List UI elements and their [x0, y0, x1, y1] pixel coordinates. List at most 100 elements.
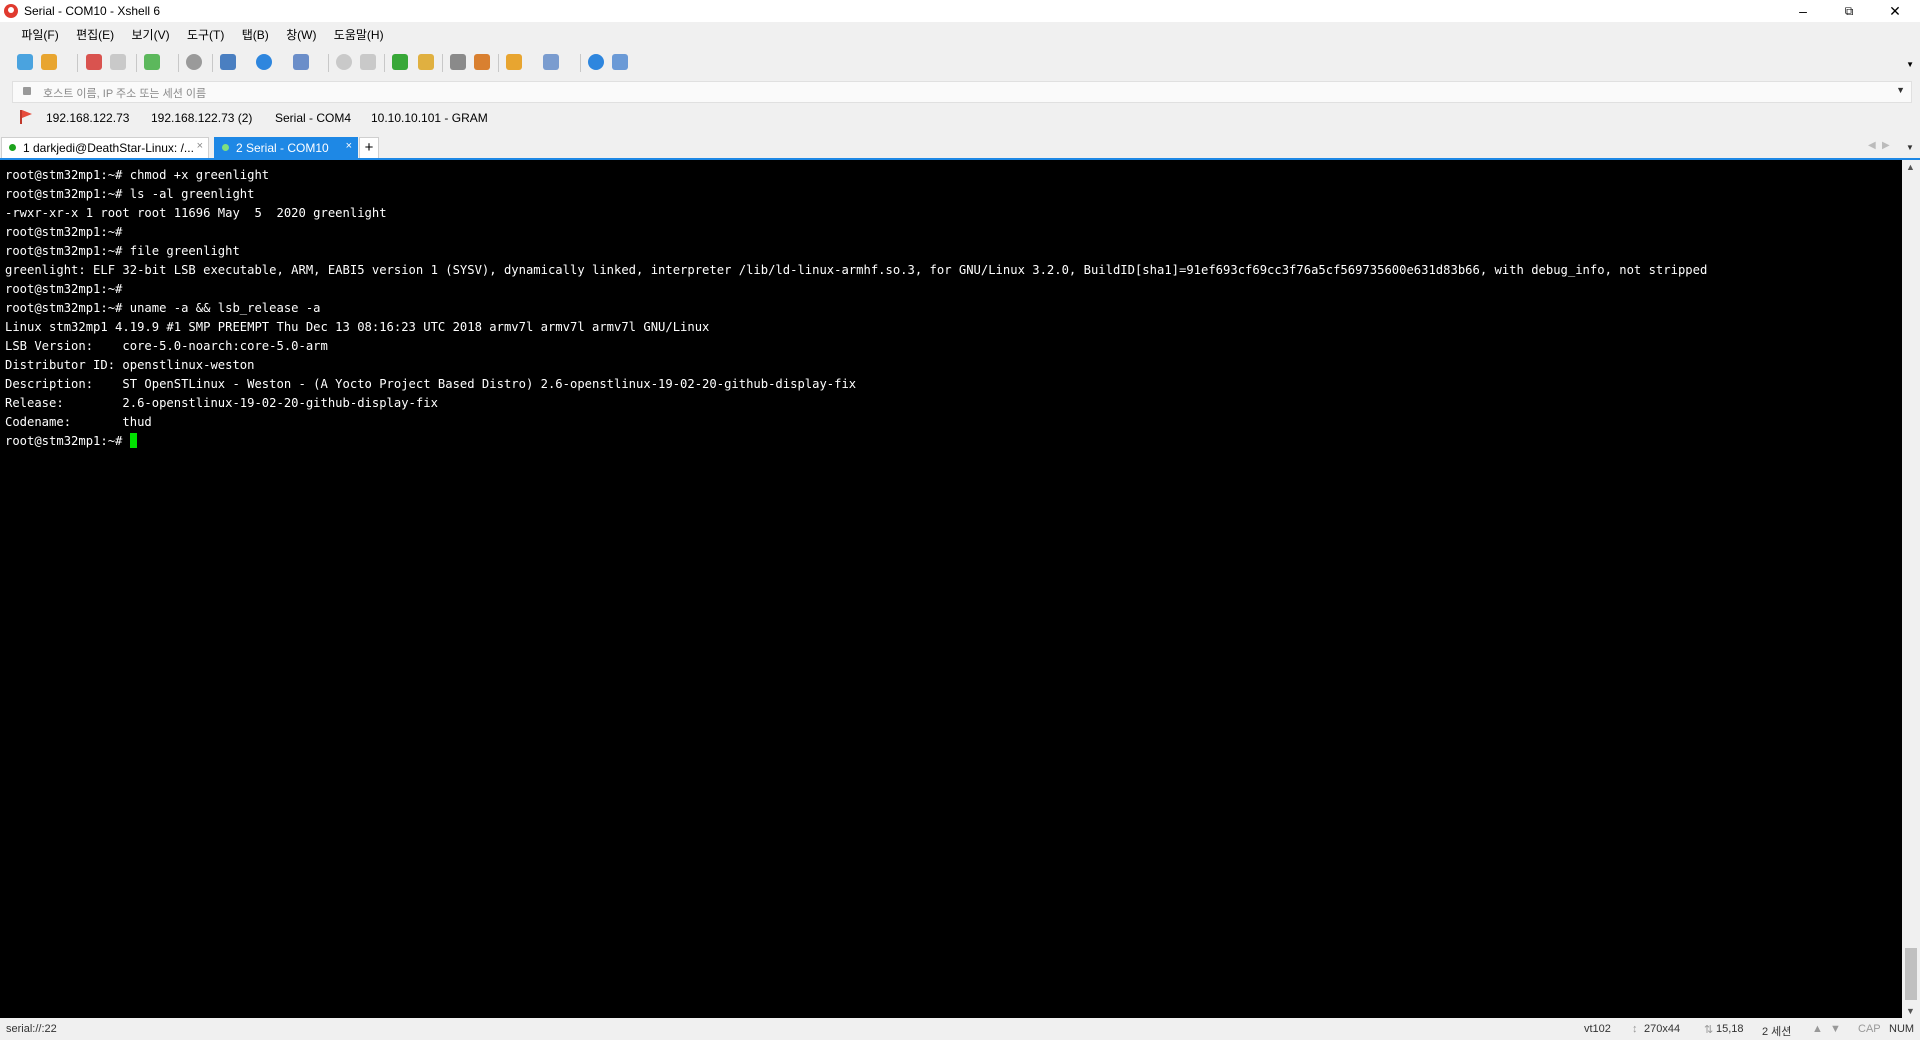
tab-label: 1 darkjedi@DeathStar-Linux: /...: [23, 141, 194, 155]
terminal-line: root@stm32mp1:~# file greenlight: [5, 244, 240, 258]
connect-icon[interactable]: [86, 54, 102, 70]
status-dot-icon: [222, 144, 229, 151]
properties-icon[interactable]: [220, 54, 236, 70]
session-up-icon[interactable]: ▲: [1812, 1023, 1823, 1035]
connection-status: serial://:22: [6, 1023, 57, 1035]
terminal-line: Codename: thud: [5, 415, 152, 429]
tab-label: 2 Serial - COM10: [236, 141, 329, 155]
address-bar[interactable]: 호스트 이름, IP 주소 또는 세션 이름 ▼: [12, 81, 1912, 103]
link-session-2[interactable]: 192.168.122.73 (2): [151, 111, 252, 125]
terminal-line: LSB Version: core-5.0-noarch:core-5.0-ar…: [5, 339, 328, 353]
session-count: 2 세션: [1762, 1026, 1792, 1038]
terminal-prompt: root@stm32mp1:~#: [5, 434, 130, 448]
menu-bar: 파일(F) 편집(E) 보기(V) 도구(T) 탭(B) 창(W) 도움말(H): [0, 22, 1920, 46]
toolbar-separator: [212, 54, 213, 72]
link-session-4[interactable]: 10.10.10.101 - GRAM: [371, 111, 488, 125]
menu-help[interactable]: 도움말(H): [327, 22, 391, 47]
terminal-line: Linux stm32mp1 4.19.9 #1 SMP PREEMPT Thu…: [5, 320, 710, 334]
terminal-line: Distributor ID: openstlinux-weston: [5, 358, 255, 372]
terminal-line: Release: 2.6-openstlinux-19-02-20-github…: [5, 396, 438, 410]
menu-view[interactable]: 보기(V): [125, 22, 177, 47]
toolbar-separator: [442, 54, 443, 72]
toolbar-separator: [384, 54, 385, 72]
toolbar-separator: [178, 54, 179, 72]
num-lock-indicator: NUM: [1889, 1023, 1915, 1035]
menu-file[interactable]: 파일(F): [14, 22, 65, 47]
session-down-icon[interactable]: ▼: [1830, 1023, 1841, 1035]
tab-scroll-left-icon[interactable]: ◀: [1868, 140, 1876, 151]
toolbar-separator: [77, 54, 78, 72]
cursor-position-icon: ⇅: [1704, 1024, 1714, 1036]
restore-icon[interactable]: ⧉: [1826, 0, 1872, 22]
terminal-line: root@stm32mp1:~# ls -al greenlight: [5, 187, 255, 201]
toolbar-separator: [328, 54, 329, 72]
menu-tab[interactable]: 탭(B): [235, 22, 276, 47]
script-icon[interactable]: [506, 54, 522, 70]
close-icon[interactable]: ✕: [1872, 0, 1918, 22]
tab-close-icon[interactable]: ×: [197, 140, 203, 152]
terminal-line: root@stm32mp1:~#: [5, 282, 123, 296]
tab-session-2[interactable]: 2 Serial - COM10 ×: [214, 137, 358, 158]
menu-edit[interactable]: 편집(E): [69, 22, 121, 47]
terminal-prompt-line: root@stm32mp1:~#: [5, 432, 137, 451]
toolbar: ▼: [0, 46, 1920, 80]
tab-close-icon[interactable]: ×: [346, 140, 352, 152]
terminal-area[interactable]: root@stm32mp1:~# chmod +x greenlight roo…: [0, 160, 1902, 1018]
cursor-position: 15,18: [1716, 1023, 1744, 1035]
tab-bar: 1 darkjedi@DeathStar-Linux: /... × 2 Ser…: [0, 136, 1920, 158]
chat-icon[interactable]: [612, 54, 628, 70]
fullscreen-icon[interactable]: [392, 54, 408, 70]
tab-scroll-right-icon[interactable]: ▶: [1882, 140, 1890, 151]
help-icon[interactable]: [588, 54, 604, 70]
window-title: Serial - COM10 - Xshell 6: [24, 4, 161, 18]
caps-lock-indicator: CAP: [1858, 1023, 1881, 1035]
toolbar-separator: [136, 54, 137, 72]
terminal-line: root@stm32mp1:~# uname -a && lsb_release…: [5, 301, 321, 315]
links-bar: 192.168.122.73 192.168.122.73 (2) Serial…: [0, 104, 1920, 132]
xshell-app-icon: [4, 4, 18, 18]
terminal-line: Description: ST OpenSTLinux - Weston - (…: [5, 377, 857, 391]
toolbar-separator: [580, 54, 581, 72]
scrollbar-thumb[interactable]: [1905, 948, 1917, 1000]
tab-list-dropdown-icon[interactable]: ▼: [1906, 143, 1914, 152]
status-bar: serial://:22 vt102 ↕ 270x44 ⇅ 15,18 2 세션…: [0, 1018, 1920, 1040]
lock-icon[interactable]: [418, 54, 434, 70]
terminal-cursor: [129, 433, 137, 448]
reconnect-icon[interactable]: [144, 54, 160, 70]
scroll-down-icon[interactable]: ▼: [1906, 1006, 1915, 1016]
minimize-icon[interactable]: –: [1780, 0, 1826, 22]
layout-icon[interactable]: [543, 54, 559, 70]
terminal-size: 270x44: [1644, 1023, 1681, 1035]
title-bar: Serial - COM10 - Xshell 6 – ⧉ ✕: [0, 0, 1920, 22]
size-icon: ↕: [1632, 1023, 1638, 1035]
new-tab-button[interactable]: +: [359, 137, 379, 159]
new-session-icon[interactable]: [17, 54, 33, 70]
transfer-icon[interactable]: [336, 54, 352, 70]
font-icon[interactable]: [293, 54, 309, 70]
terminal-type: vt102: [1584, 1023, 1611, 1035]
terminal-line: root@stm32mp1:~#: [5, 225, 123, 239]
address-dropdown-icon[interactable]: ▼: [1896, 85, 1905, 95]
highlight-icon[interactable]: [474, 54, 490, 70]
toolbar-separator: [498, 54, 499, 72]
globe-icon[interactable]: [256, 54, 272, 70]
menu-tools[interactable]: 도구(T): [180, 22, 231, 47]
scroll-up-icon[interactable]: ▲: [1906, 162, 1915, 172]
menu-window[interactable]: 창(W): [279, 22, 323, 47]
terminal-line: greenlight: ELF 32-bit LSB executable, A…: [5, 263, 1708, 277]
disconnect-icon[interactable]: [110, 54, 126, 70]
open-folder-icon[interactable]: [41, 54, 57, 70]
tab-session-1[interactable]: 1 darkjedi@DeathStar-Linux: /... ×: [1, 137, 209, 158]
terminal-line: root@stm32mp1:~# chmod +x greenlight: [5, 168, 270, 182]
folder-icon[interactable]: [360, 54, 376, 70]
link-session-3[interactable]: Serial - COM4: [275, 111, 351, 125]
keyboard-icon[interactable]: [450, 54, 466, 70]
lock-icon: [23, 87, 31, 95]
search-icon[interactable]: [186, 54, 202, 70]
toolbar-overflow-icon[interactable]: ▼: [1906, 60, 1914, 69]
terminal-scrollbar[interactable]: ▲ ▼: [1902, 160, 1920, 1018]
bookmark-flag-icon: [20, 110, 32, 124]
terminal-line: -rwxr-xr-x 1 root root 11696 May 5 2020 …: [5, 206, 387, 220]
status-dot-icon: [9, 144, 16, 151]
link-session-1[interactable]: 192.168.122.73: [46, 111, 129, 125]
